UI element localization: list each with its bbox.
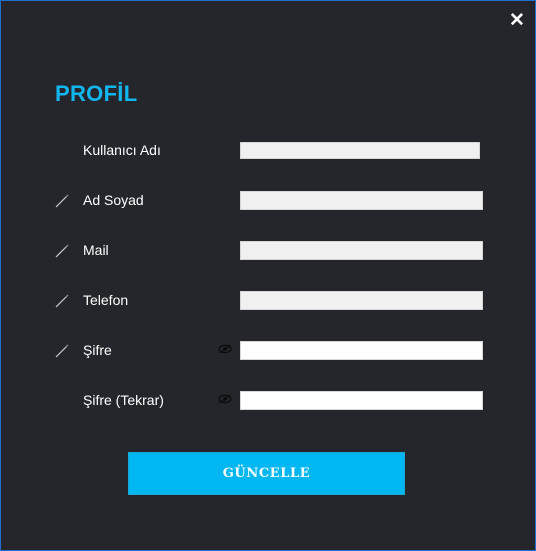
page-title: PROFİL xyxy=(55,81,138,106)
mail-field[interactable] xyxy=(240,241,483,260)
pencil-icon[interactable] xyxy=(54,243,70,259)
phone-label: Telefon xyxy=(83,292,129,308)
mail-label: Mail xyxy=(83,242,109,258)
password-field[interactable] xyxy=(240,341,483,360)
eye-icon[interactable] xyxy=(218,394,232,404)
username-label: Kullanıcı Adı xyxy=(83,142,161,158)
close-icon[interactable]: ✕ xyxy=(509,11,525,30)
pencil-icon[interactable] xyxy=(54,343,70,359)
pencil-icon[interactable] xyxy=(54,293,70,309)
pencil-icon[interactable] xyxy=(54,193,70,209)
update-button[interactable]: GÜNCELLE xyxy=(128,452,405,495)
password-label: Şifre xyxy=(83,342,112,358)
password-repeat-label: Şifre (Tekrar) xyxy=(83,392,164,408)
phone-field[interactable] xyxy=(240,291,483,310)
password-repeat-field[interactable] xyxy=(240,391,483,410)
fullname-label: Ad Soyad xyxy=(83,192,144,208)
fullname-field[interactable] xyxy=(240,191,483,210)
username-field[interactable] xyxy=(240,142,480,159)
profile-window: ✕ PROFİL Kullanıcı Adı Ad Soyad Mail Tel… xyxy=(0,0,536,551)
eye-icon[interactable] xyxy=(218,344,232,354)
